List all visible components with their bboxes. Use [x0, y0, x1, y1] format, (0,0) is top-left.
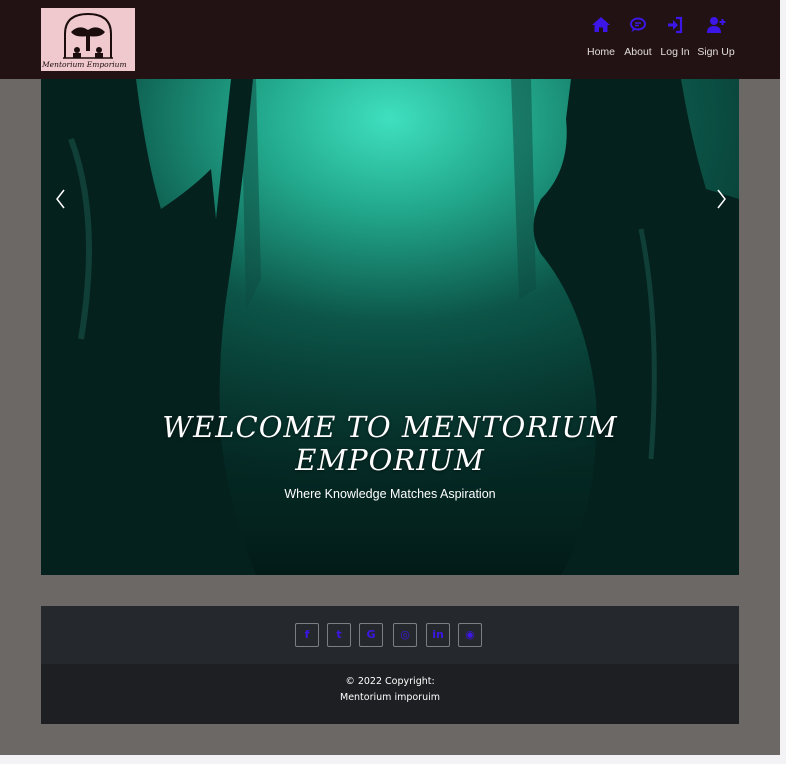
chevron-left-icon[interactable] — [51, 187, 71, 211]
hero-carousel: WELCOME TO MENTORIUM EMPORIUM Where Know… — [41, 79, 739, 575]
footer: f t G ◎ in ◉ © 2022 Copyright: Mentorium… — [41, 606, 739, 724]
hero-title-line1: WELCOME TO MENTORIUM — [162, 410, 618, 444]
google-icon[interactable]: G — [359, 623, 383, 647]
chevron-right-icon[interactable] — [711, 187, 731, 211]
nav-about[interactable]: About — [622, 15, 654, 65]
hero-title: WELCOME TO MENTORIUM EMPORIUM — [41, 411, 739, 477]
nav-login[interactable]: Log In — [660, 15, 690, 65]
copyright-text: © 2022 Copyright: — [345, 676, 435, 687]
nav-login-label: Log In — [660, 46, 690, 58]
user-plus-icon — [707, 17, 726, 33]
hero-subtitle: Where Knowledge Matches Aspiration — [284, 487, 496, 501]
social-links-bar: f t G ◎ in ◉ — [41, 606, 739, 664]
brand-logo[interactable]: Mentorium Emporium — [41, 8, 135, 71]
github-icon[interactable]: ◉ — [458, 623, 482, 647]
login-icon — [668, 16, 683, 34]
instagram-icon[interactable]: ◎ — [393, 623, 417, 647]
linkedin-icon[interactable]: in — [426, 623, 450, 647]
twitter-icon[interactable]: t — [327, 623, 351, 647]
nav-home-label: Home — [587, 46, 616, 58]
nav-home[interactable]: Home — [587, 15, 615, 65]
navbar: Mentorium Emporium Home About Log In Sig… — [0, 0, 780, 79]
hero-title-line2: EMPORIUM — [295, 443, 485, 477]
logo-text: Mentorium Emporium — [42, 60, 127, 69]
nav-signup[interactable]: Sign Up — [697, 15, 735, 65]
copyright-brand: Mentorium imporuim — [340, 692, 440, 703]
facebook-icon[interactable]: f — [295, 623, 319, 647]
chat-icon — [630, 17, 646, 32]
nav-signup-label: Sign Up — [697, 46, 735, 58]
carousel-indicators — [347, 563, 435, 567]
nav-about-label: About — [624, 46, 652, 58]
page-background: Mentorium Emporium Home About Log In Sig… — [0, 0, 780, 755]
home-icon — [592, 17, 610, 32]
